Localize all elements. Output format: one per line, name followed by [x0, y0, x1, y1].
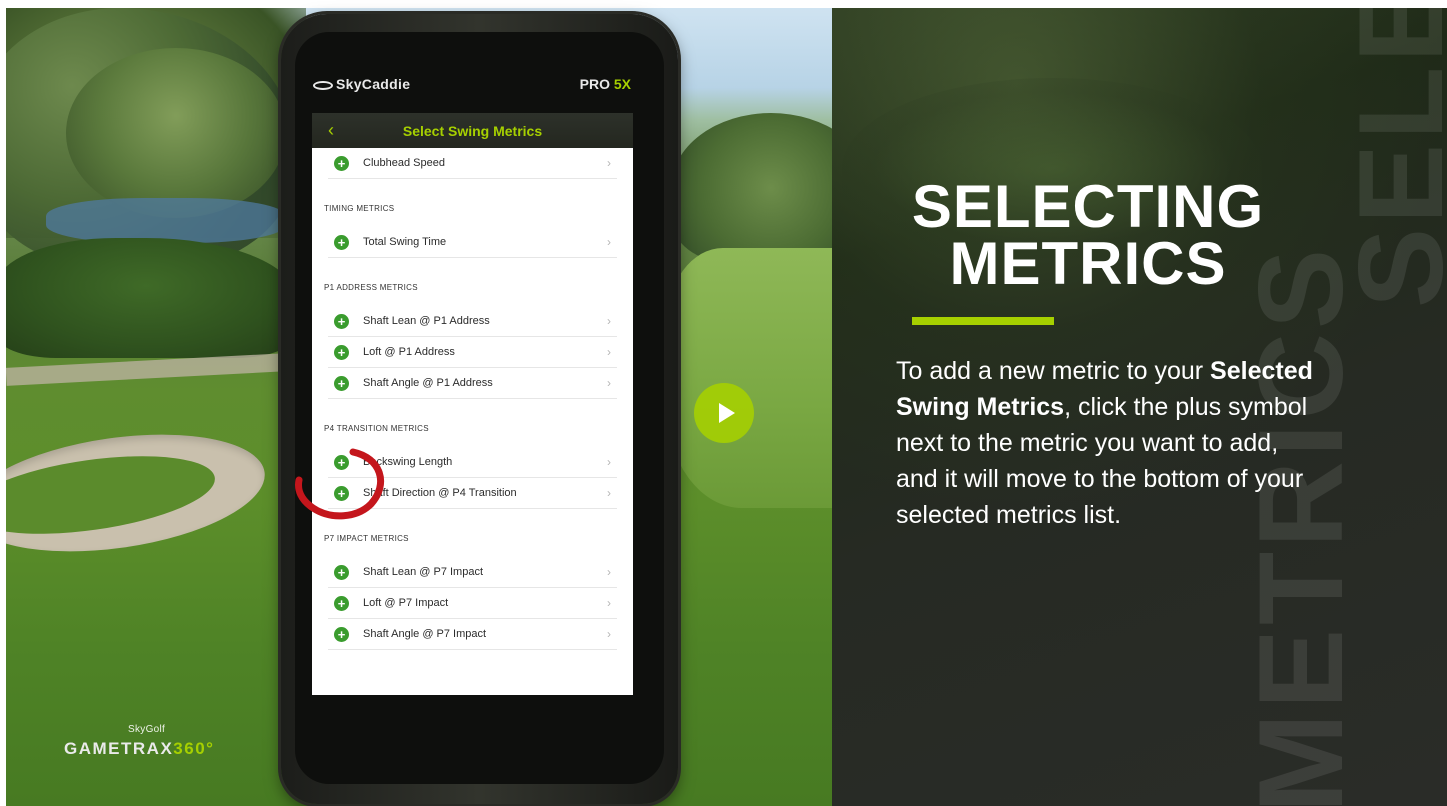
skycaddie-logo: SkyCaddie [313, 76, 410, 92]
plus-icon[interactable]: + [334, 564, 349, 580]
plus-icon[interactable]: + [334, 155, 349, 171]
chevron-right-icon: › [607, 486, 611, 500]
metric-label: Shaft Lean @ P7 Impact [363, 566, 484, 578]
chevron-right-icon: › [607, 376, 611, 390]
metric-row[interactable]: + Shaft Angle @ P7 Impact › [328, 619, 617, 650]
metric-list: + Clubhead Speed › TIMING METRICS + Total Swi… [312, 148, 633, 650]
gametrax-logo-accent: 360° [173, 739, 215, 758]
screen-title: Select Swing Metrics [402, 122, 543, 139]
section-label: TIMING METRICS [324, 203, 395, 213]
metric-label: Shaft Angle @ P1 Address [363, 377, 493, 389]
section-label: P4 TRANSITION METRICS [324, 423, 429, 433]
phone-model: PRO 5X [580, 76, 631, 92]
panel-heading: SELECTING METRICS [888, 173, 1288, 297]
tree-cluster [671, 113, 832, 263]
chevron-right-icon: › [607, 314, 611, 328]
chevron-left-icon[interactable]: ‹ [320, 119, 342, 141]
skycaddie-logo-icon [313, 80, 333, 90]
metric-row[interactable]: + Total Swing Time › [328, 227, 617, 258]
metric-label: Shaft Lean @ P1 Address [363, 315, 490, 327]
chevron-right-icon: › [607, 455, 611, 469]
chevron-right-icon: › [607, 345, 611, 359]
metric-row[interactable]: + Shaft Angle @ P1 Address › [328, 368, 617, 399]
plus-icon[interactable]: + [334, 375, 349, 391]
fairway [666, 248, 832, 508]
heading-line: SELECTING [911, 173, 1265, 240]
plus-icon[interactable]: + [334, 595, 349, 611]
tree-cluster [66, 48, 286, 218]
section-header: P4 TRANSITION METRICS [312, 399, 633, 447]
metric-label: Total Swing Time [363, 236, 447, 248]
phone-device: SkyCaddie PRO 5X ‹ Select Swing Metrics … [281, 14, 678, 804]
heading-line: METRICS [949, 230, 1227, 297]
water [46, 198, 286, 243]
gametrax-logo-text: GAMETRAX [64, 739, 174, 758]
metric-row[interactable]: + Shaft Lean @ P7 Impact › [328, 557, 617, 588]
play-button[interactable] [694, 383, 754, 443]
metric-row[interactable]: + Clubhead Speed › [328, 148, 617, 179]
chevron-right-icon: › [607, 627, 611, 641]
desc-text: To add a new metric to your [896, 357, 1211, 385]
section-label: P1 ADDRESS METRICS [324, 282, 418, 292]
metric-label: Shaft Angle @ P7 Impact [363, 628, 487, 640]
hedge [6, 238, 296, 358]
chevron-right-icon: › [607, 565, 611, 579]
annotation-circle [295, 448, 385, 520]
metric-row[interactable]: + Loft @ P7 Impact › [328, 588, 617, 619]
model-accent: 5X [613, 76, 631, 92]
screen-title-bar: ‹ Select Swing Metrics [312, 113, 633, 148]
info-panel: SELECTING METRICS SELECTING METRICS To a… [832, 8, 1447, 806]
model-prefix: PRO [579, 76, 614, 92]
metric-row[interactable]: + Loft @ P1 Address › [328, 337, 617, 368]
metric-label: Loft @ P7 Impact [363, 597, 449, 609]
plus-icon[interactable]: + [334, 234, 349, 250]
panel-description: To add a new metric to your Selected Swi… [896, 353, 1316, 533]
chevron-right-icon: › [607, 235, 611, 249]
section-header: P1 ADDRESS METRICS [312, 258, 633, 306]
plus-icon[interactable]: + [334, 344, 349, 360]
skygolf-logo-small: SkyGolf [128, 724, 166, 735]
metric-label: Loft @ P1 Address [363, 346, 455, 358]
metric-row[interactable]: + Shaft Lean @ P1 Address › [328, 306, 617, 337]
section-header: TIMING METRICS [312, 179, 633, 227]
phone-screen: ‹ Select Swing Metrics + Clubhead Speed › T… [312, 113, 633, 695]
metric-label: Clubhead Speed [363, 157, 445, 169]
heading-underline [912, 317, 1054, 325]
chevron-right-icon: › [607, 596, 611, 610]
section-label: P7 IMPACT METRICS [324, 533, 409, 543]
skycaddie-logo-text: SkyCaddie [336, 76, 411, 92]
plus-icon[interactable]: + [334, 626, 349, 642]
plus-icon[interactable]: + [334, 313, 349, 329]
phone-header: SkyCaddie PRO 5X [295, 64, 635, 102]
gametrax-logo: GAMETRAX360° [64, 739, 214, 759]
chevron-right-icon: › [607, 156, 611, 170]
play-icon [718, 403, 735, 423]
